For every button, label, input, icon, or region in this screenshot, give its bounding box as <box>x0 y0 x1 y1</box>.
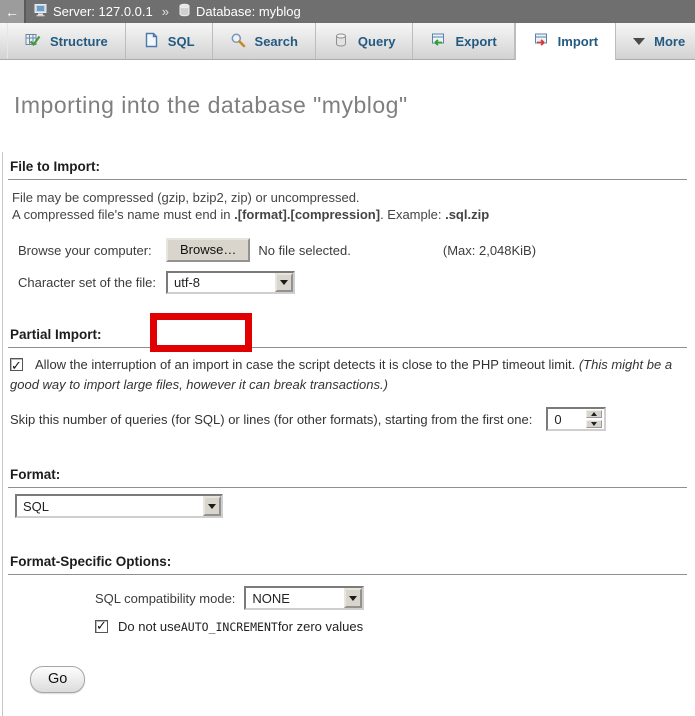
section-title-format-specific: Format-Specific Options: <box>8 554 687 575</box>
breadcrumb-server-link[interactable]: Server: 127.0.0.1 <box>53 4 153 19</box>
spinner-down-button[interactable] <box>586 420 602 428</box>
breadcrumb-bar: ← Server: 127.0.0.1 » Database: myblog <box>0 0 695 23</box>
breadcrumb: Server: 127.0.0.1 » Database: myblog <box>34 3 301 20</box>
tab-label: Export <box>455 34 496 49</box>
server-icon <box>34 3 48 20</box>
auto-increment-row: Do not use AUTO_INCREMENT for zero value… <box>95 619 687 634</box>
tab-sql[interactable]: SQL <box>126 23 213 59</box>
max-upload-size: (Max: 2,048KiB) <box>443 243 536 258</box>
skip-queries-label: Skip this number of queries (for SQL) or… <box>10 412 532 427</box>
tab-import[interactable]: Import <box>515 23 616 60</box>
compat-dropdown-button[interactable] <box>344 588 362 608</box>
tab-label: Structure <box>50 34 108 49</box>
allow-interruption-text: Allow the interruption of an import in c… <box>35 357 579 372</box>
section-title-file-to-import: File to Import: <box>8 159 687 180</box>
back-button[interactable]: ← <box>0 0 26 23</box>
query-icon <box>333 32 349 51</box>
tab-label: SQL <box>168 34 195 49</box>
charset-label: Character set of the file: <box>18 275 166 290</box>
skip-queries-row: Skip this number of queries (for SQL) or… <box>10 407 687 431</box>
tab-export[interactable]: Export <box>413 23 514 59</box>
browse-button[interactable]: Browse… <box>166 238 250 262</box>
sql-icon <box>143 32 159 51</box>
import-icon <box>533 32 549 51</box>
compression-example: .sql.zip <box>445 207 489 222</box>
tab-structure[interactable]: Structure <box>7 23 126 59</box>
chevron-down-icon <box>633 38 645 45</box>
chevron-down-icon <box>208 504 216 509</box>
file-compression-note: File may be compressed (gzip, bzip2, zip… <box>12 189 687 223</box>
structure-icon <box>25 32 41 51</box>
charset-select[interactable]: utf-8 <box>166 271 295 294</box>
charset-dropdown-button[interactable] <box>275 273 293 292</box>
charset-selected-value: utf-8 <box>168 275 275 290</box>
tab-label: Query <box>358 34 396 49</box>
tab-label: Import <box>558 34 598 49</box>
charset-row: Character set of the file: utf-8 <box>18 271 687 294</box>
breadcrumb-database-link[interactable]: Database: myblog <box>196 4 301 19</box>
compression-line1: File may be compressed (gzip, bzip2, zip… <box>12 190 360 205</box>
tab-more[interactable]: More <box>616 23 695 59</box>
chevron-down-icon <box>280 280 288 285</box>
allow-interruption-checkbox[interactable] <box>10 358 23 371</box>
tab-search[interactable]: Search <box>213 23 316 59</box>
page-title: Importing into the database "myblog" <box>14 92 687 119</box>
sql-compatibility-label: SQL compatibility mode: <box>95 591 235 606</box>
tab-bar: Structure SQL Search Query Export Import… <box>0 23 695 60</box>
search-icon <box>230 32 246 51</box>
compression-format-pattern: .[format].[compression] <box>234 207 380 222</box>
chevron-down-icon <box>349 596 357 601</box>
section-title-partial-import: Partial Import: <box>8 327 687 348</box>
sql-compatibility-row: SQL compatibility mode: NONE <box>95 586 687 610</box>
tab-label: More <box>654 34 685 49</box>
go-button[interactable]: Go <box>30 666 85 693</box>
compression-line2c: . Example: <box>380 207 445 222</box>
frame-divider <box>2 152 3 716</box>
skip-queries-input[interactable]: 0 <box>546 407 606 431</box>
auto-increment-checkbox[interactable] <box>95 620 108 633</box>
sql-compatibility-select[interactable]: NONE <box>244 586 364 610</box>
compression-line2a: A compressed file's name must end in <box>12 207 234 222</box>
spinner-up-button[interactable] <box>586 410 602 418</box>
allow-interruption-row: Allow the interruption of an import in c… <box>10 355 687 394</box>
no-file-text: No file selected. <box>258 243 351 258</box>
export-icon <box>430 32 446 51</box>
sql-compatibility-value: NONE <box>246 591 344 606</box>
format-dropdown-button[interactable] <box>203 496 221 516</box>
tab-label: Search <box>255 34 298 49</box>
import-page: Importing into the database "myblog" Fil… <box>0 92 695 693</box>
spinner-buttons <box>586 410 602 428</box>
tab-query[interactable]: Query <box>316 23 414 59</box>
breadcrumb-separator: » <box>162 4 169 19</box>
browse-label: Browse your computer: <box>18 243 166 258</box>
file-upload-row: Browse your computer: Browse… No file se… <box>18 238 687 262</box>
back-arrow-icon: ← <box>5 4 19 20</box>
chevron-up-icon <box>591 412 597 416</box>
database-icon <box>178 3 191 20</box>
skip-queries-value: 0 <box>548 412 586 427</box>
format-select[interactable]: SQL <box>15 494 223 518</box>
chevron-down-icon <box>591 422 597 426</box>
section-title-format: Format: <box>8 467 687 488</box>
format-selected-value: SQL <box>17 499 203 514</box>
auto-increment-text-post: for zero values <box>278 619 363 634</box>
auto-increment-keyword: AUTO_INCREMENT <box>181 620 278 634</box>
auto-increment-text-pre: Do not use <box>118 619 181 634</box>
